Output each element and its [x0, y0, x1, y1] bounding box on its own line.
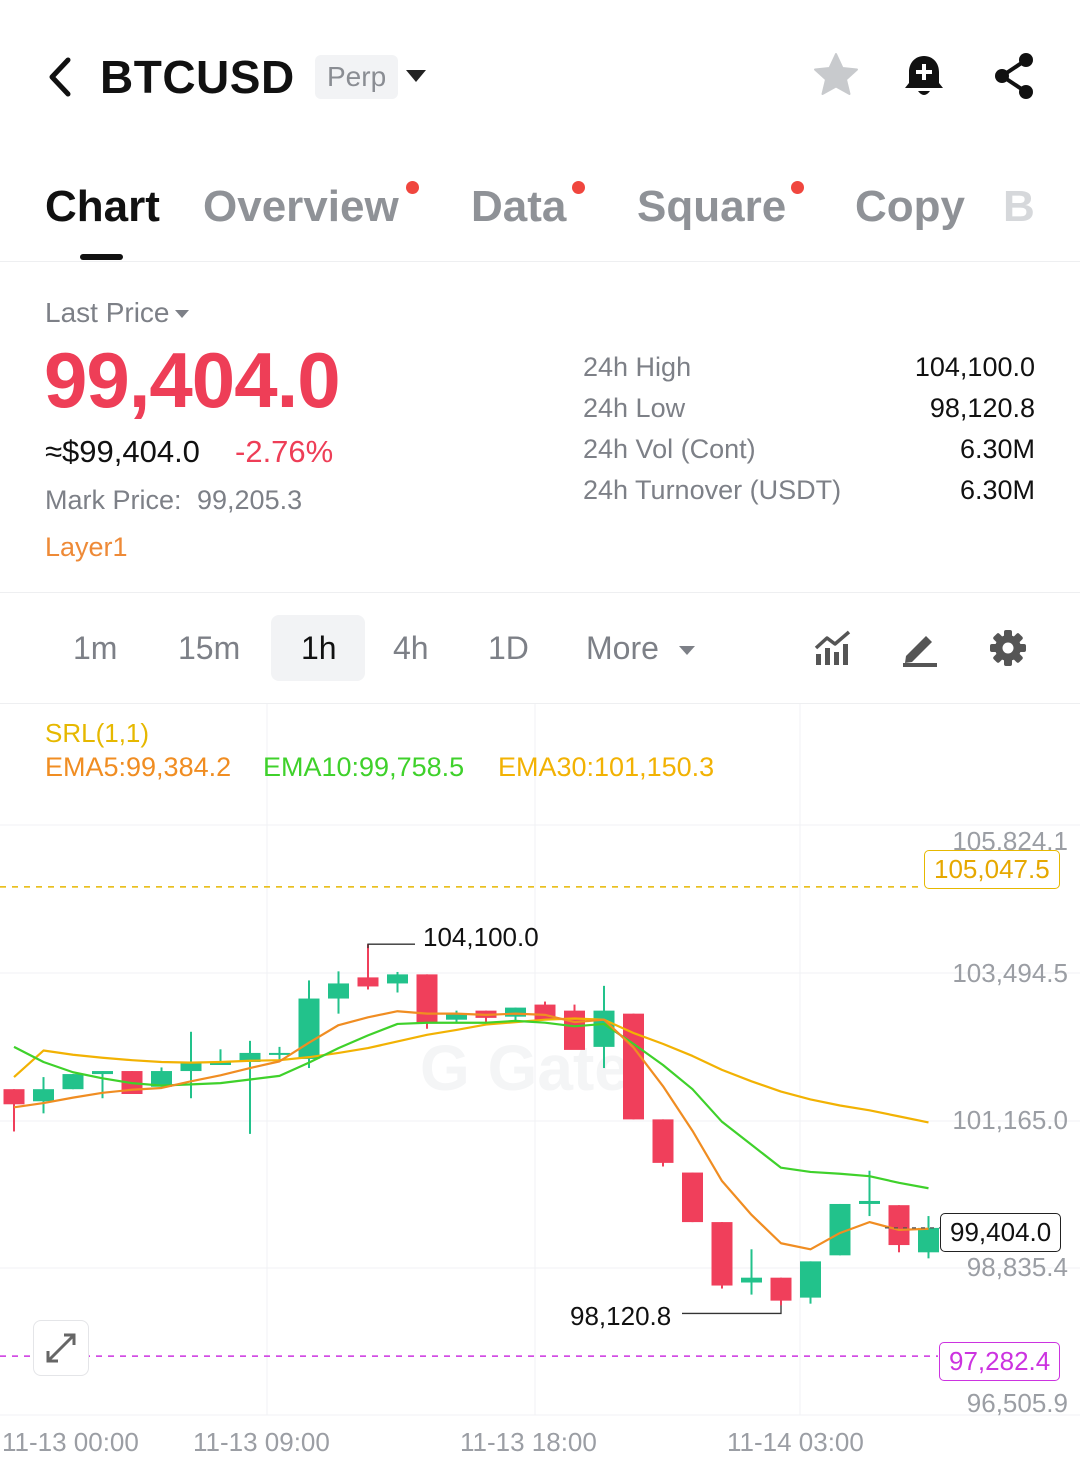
stat-value-24h-low: 98,120.8 — [929, 393, 1035, 423]
notification-dot — [406, 181, 419, 194]
tab-data[interactable]: Data — [471, 182, 566, 232]
candle-up — [800, 1261, 821, 1298]
tab-copy[interactable]: Copy — [855, 182, 965, 232]
candlestick-chart[interactable]: G Gate — [0, 704, 1080, 1470]
interval-1d[interactable]: 1D — [488, 630, 529, 667]
tab-chart[interactable]: Chart — [45, 182, 160, 232]
y-axis-label: 103,494.5 — [952, 958, 1068, 988]
last-price-label[interactable]: Last Price — [45, 297, 170, 329]
tab-square[interactable]: Square — [637, 182, 786, 232]
notification-dot — [791, 181, 804, 194]
share-icon[interactable] — [988, 50, 1040, 102]
candle-down — [564, 1010, 585, 1050]
category-tag[interactable]: Layer1 — [45, 532, 128, 563]
candle-up — [298, 998, 320, 1059]
chevron-down-icon[interactable] — [403, 66, 429, 86]
x-axis-label: 11-13 09:00 — [193, 1427, 330, 1457]
interval-1m[interactable]: 1m — [73, 630, 117, 667]
srl-indicator[interactable]: SRL(1,1) — [45, 718, 149, 749]
candle-up — [33, 1089, 54, 1102]
price-change-percent: -2.76% — [235, 434, 334, 469]
ema30-legend[interactable]: EMA30:101,150.3 — [498, 752, 714, 783]
usd-price: ≈$99,404.0 — [45, 434, 200, 469]
x-axis-label: 11-14 03:00 — [727, 1427, 864, 1457]
y-axis-label: 96,505.9 — [966, 1388, 1068, 1418]
chevron-down-icon[interactable] — [678, 643, 696, 655]
support-price-box[interactable]: 97,282.4 — [939, 1342, 1061, 1381]
x-axis-label: 11-13 18:00 — [460, 1427, 597, 1457]
chevron-down-icon[interactable] — [174, 307, 190, 319]
candle-up — [328, 983, 349, 999]
mark-price-label: Mark Price: — [45, 485, 182, 515]
last-price-box: 99,404.0 — [940, 1213, 1062, 1252]
tab-overview[interactable]: Overview — [203, 182, 399, 232]
candle-down — [652, 1119, 674, 1163]
candle-up — [918, 1227, 939, 1253]
y-axis-label: 101,165.0 — [952, 1105, 1068, 1135]
candle-down — [682, 1172, 703, 1223]
candle-down — [357, 977, 379, 987]
stat-label-24h-turnover: 24h Turnover (USDT) — [583, 475, 842, 505]
star-icon[interactable] — [810, 50, 862, 102]
stat-label-24h-low: 24h Low — [583, 393, 686, 423]
notification-dot — [572, 181, 585, 194]
tab-active-indicator — [80, 254, 123, 260]
x-axis-label: 11-13 00:00 — [2, 1427, 139, 1457]
stat-value-24h-vol: 6.30M — [959, 434, 1035, 464]
candle-up — [505, 1007, 526, 1017]
draw-pencil-icon[interactable] — [900, 628, 940, 668]
expand-icon — [46, 1333, 76, 1363]
candle-down — [770, 1277, 792, 1301]
candle-up — [741, 1277, 762, 1283]
mark-price-value: 99,205.3 — [197, 485, 303, 515]
resistance-price-box[interactable]: 105,047.5 — [924, 850, 1060, 889]
settings-gear-icon[interactable] — [988, 628, 1028, 668]
high-marker-leader — [367, 943, 415, 949]
stat-label-24h-high: 24h High — [583, 352, 692, 382]
interval-4h[interactable]: 4h — [393, 630, 429, 667]
y-axis-label: 98,835.4 — [966, 1252, 1068, 1282]
ema10-legend[interactable]: EMA10:99,758.5 — [263, 752, 464, 783]
candle-down — [711, 1222, 733, 1286]
ema5-legend[interactable]: EMA5:99,384.2 — [45, 752, 231, 783]
candle-up — [387, 974, 408, 984]
bell-plus-icon[interactable] — [898, 50, 950, 102]
section-divider — [0, 592, 1080, 593]
candle-down — [3, 1089, 25, 1105]
tab-more-truncated[interactable]: B — [1003, 182, 1035, 232]
candle-up — [92, 1071, 113, 1075]
perp-badge: Perp — [315, 55, 399, 99]
candles-group — [3, 944, 939, 1306]
last-price-value: 99,404.0 — [44, 336, 341, 424]
indicator-icon[interactable] — [813, 628, 853, 668]
candle-down — [888, 1205, 910, 1246]
fullscreen-button[interactable] — [33, 1320, 89, 1376]
interval-15m[interactable]: 15m — [178, 630, 240, 667]
stat-label-24h-vol: 24h Vol (Cont) — [583, 434, 756, 464]
symbol-title[interactable]: BTCUSD — [100, 50, 295, 104]
candle-up — [62, 1074, 84, 1090]
high-marker-label: 104,100.0 — [423, 922, 539, 952]
tabs-divider — [0, 261, 1080, 262]
low-marker-label: 98,120.8 — [570, 1301, 672, 1331]
candle-up — [859, 1200, 880, 1204]
stat-value-24h-turnover: 6.30M — [959, 475, 1035, 505]
candle-down — [416, 974, 438, 1023]
low-marker-leader — [682, 1305, 782, 1315]
back-icon[interactable] — [40, 50, 84, 104]
interval-1h[interactable]: 1h — [301, 630, 337, 667]
stat-value-24h-high: 104,100.0 — [914, 352, 1035, 382]
candle-up — [269, 1052, 290, 1055]
interval-more[interactable]: More — [586, 630, 659, 667]
